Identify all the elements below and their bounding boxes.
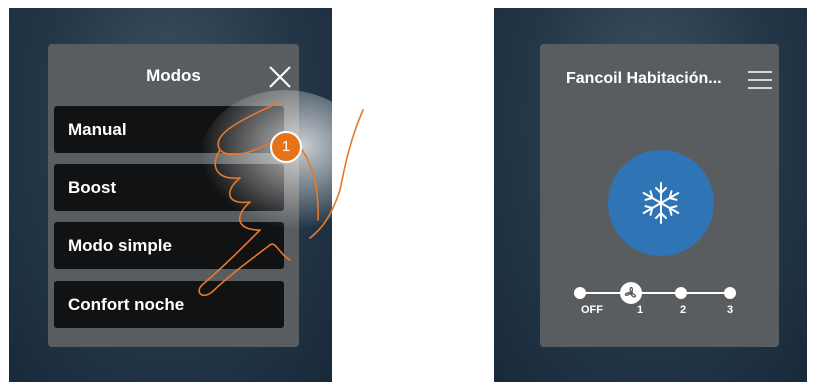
mode-option-confort-noche[interactable]: Confort noche: [54, 281, 284, 328]
speed-2-dot: [675, 287, 687, 299]
mode-option-modo-simple[interactable]: Modo simple: [54, 222, 284, 269]
speed-label-3: 3: [727, 304, 734, 316]
menu-icon[interactable]: [747, 68, 773, 92]
mode-option-boost[interactable]: Boost: [54, 164, 284, 211]
modes-screen: Modos Manual Boost Modo simple Confort n…: [9, 8, 332, 382]
fan-speed-track[interactable]: [540, 273, 780, 323]
speed-3-dot: [724, 287, 736, 299]
fancoil-title: Fancoil Habitación...: [566, 70, 722, 87]
modes-title: Modos: [146, 66, 201, 85]
mode-option-manual[interactable]: Manual: [54, 106, 284, 153]
speed-off-dot: [574, 287, 586, 299]
snowflake-icon: [642, 182, 680, 224]
speed-label-2: 2: [680, 304, 687, 316]
modes-panel: Modos Manual Boost Modo simple Confort n…: [48, 44, 299, 347]
cooling-mode-button[interactable]: [608, 150, 714, 256]
step-number-badge: 1: [270, 131, 302, 163]
close-icon[interactable]: [267, 64, 293, 90]
speed-label-off: OFF: [581, 304, 603, 316]
fancoil-screen: Fancoil Habitación... OFF 1 2 3: [494, 8, 807, 382]
fancoil-panel: Fancoil Habitación...: [540, 44, 779, 347]
speed-label-1: 1: [637, 304, 644, 316]
